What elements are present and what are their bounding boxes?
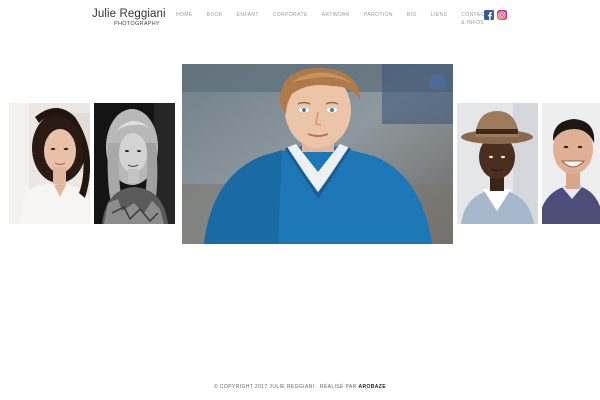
maker-link[interactable]: AROBAZE [358,384,386,390]
copyright-text: © COPYRIGHT 2017 JULIE REGGIANI . RÉALIS… [214,384,359,390]
gallery-photo-woman-blonde-bw[interactable] [94,103,175,224]
gallery-photo-featured-man[interactable] [182,64,453,244]
photo-gallery [0,0,600,400]
gallery-photo-man-smiling[interactable] [542,103,600,224]
site-footer: © COPYRIGHT 2017 JULIE REGGIANI . RÉALIS… [0,384,600,390]
gallery-photo-man-hat[interactable] [457,103,538,224]
gallery-photo-woman-dark-hair[interactable] [9,103,90,224]
